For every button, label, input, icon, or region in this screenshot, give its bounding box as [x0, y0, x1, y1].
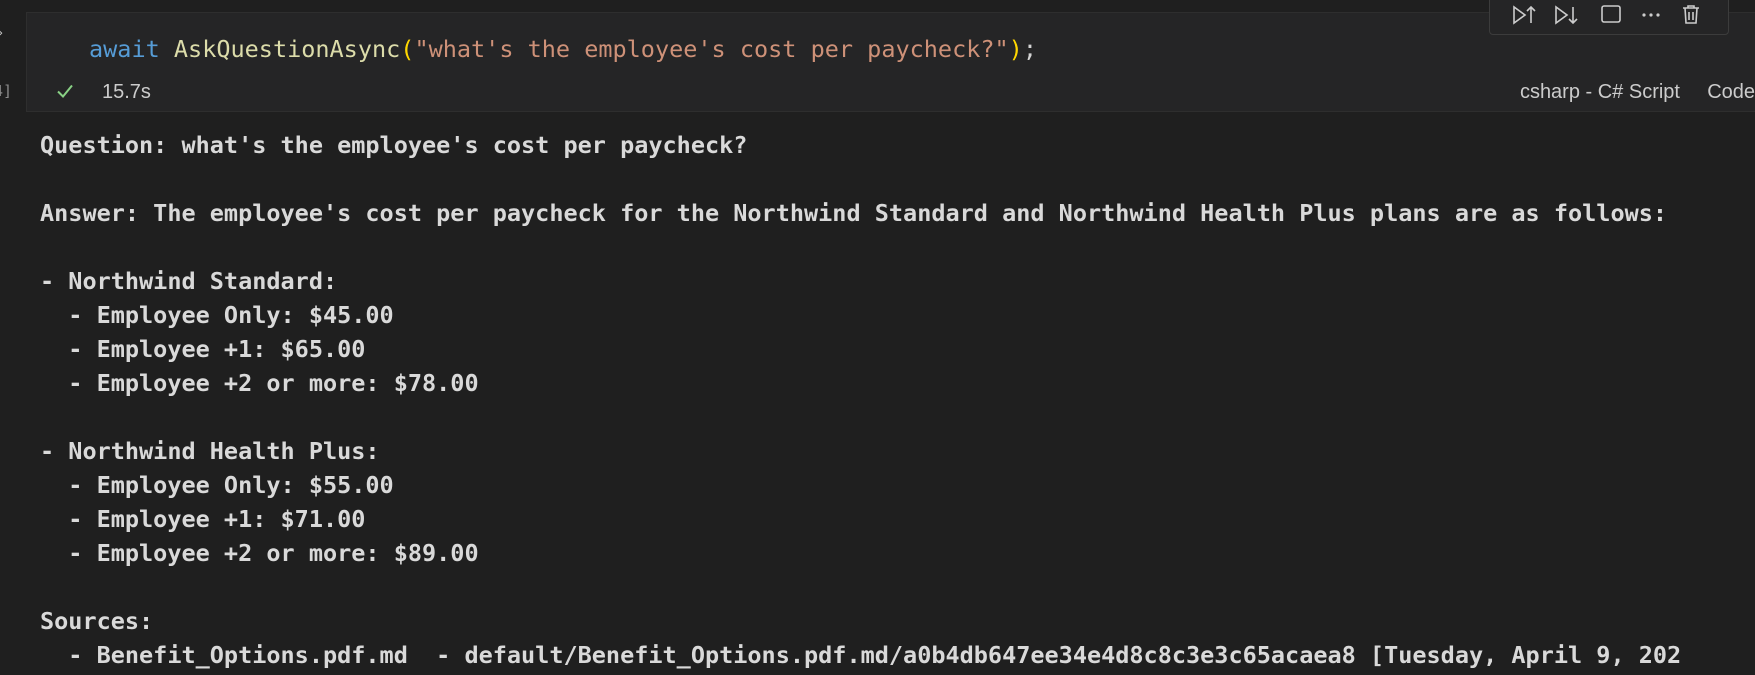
execution-time: 15.7s	[102, 81, 151, 103]
output-line: - Employee Only: $55.00	[40, 471, 394, 499]
execute-above-icon[interactable]	[1510, 2, 1540, 26]
output-line: - Benefit_Options.pdf.md - default/Benef…	[40, 641, 1682, 669]
code-function: AskQuestionAsync	[173, 35, 401, 63]
output-line: Answer: The employee's cost per paycheck…	[40, 199, 1668, 227]
code-semicolon: ;	[1022, 35, 1037, 63]
execute-below-icon[interactable]	[1552, 2, 1582, 26]
execute-above-glyph	[1513, 5, 1536, 25]
code-string: "what's the employee's cost per paycheck…	[414, 35, 1009, 63]
output-line: - Employee +1: $65.00	[40, 335, 366, 363]
output-line: Sources:	[40, 607, 154, 635]
code-open-paren: (	[400, 35, 415, 63]
output-line: - Employee +1: $71.00	[40, 505, 366, 533]
output-line: - Employee Only: $45.00	[40, 301, 394, 329]
cell-output: Question: what's the employee's cost per…	[40, 128, 1755, 675]
check-icon	[57, 84, 73, 98]
cell-toolbar	[1489, 0, 1729, 35]
output-line: - Northwind Standard:	[40, 267, 338, 295]
output-line: Question: what's the employee's cost per…	[40, 131, 748, 159]
execution-count: 4]	[0, 82, 13, 100]
code-keyword: await	[89, 35, 160, 63]
output-line: - Employee +2 or more: $89.00	[40, 539, 479, 567]
code-cell[interactable]: await AskQuestionAsync("what's the emplo…	[26, 0, 1755, 112]
kernel-picker[interactable]: csharp - C# Script	[1520, 81, 1680, 104]
code-close-paren: )	[1008, 35, 1023, 63]
code-line[interactable]: await AskQuestionAsync("what's the emplo…	[89, 35, 1037, 63]
collapse-caret-icon[interactable]: ›	[0, 26, 3, 41]
execute-below-glyph	[1555, 5, 1578, 25]
cell-gutter: › 4]	[0, 0, 26, 675]
output-line: - Northwind Health Plus:	[40, 437, 380, 465]
more-actions-icon[interactable]	[1636, 2, 1666, 26]
more-actions-glyph	[1642, 13, 1660, 17]
split-cell-glyph	[1601, 5, 1621, 23]
split-cell-icon[interactable]	[1596, 2, 1626, 26]
delete-glyph	[1683, 5, 1699, 24]
cell-status-bar: 15.7s csharp - C# Script Code	[27, 73, 1755, 109]
cell-language[interactable]: Code	[1707, 81, 1755, 104]
output-line: - Employee +2 or more: $78.00	[40, 369, 479, 397]
delete-icon[interactable]	[1676, 2, 1706, 26]
